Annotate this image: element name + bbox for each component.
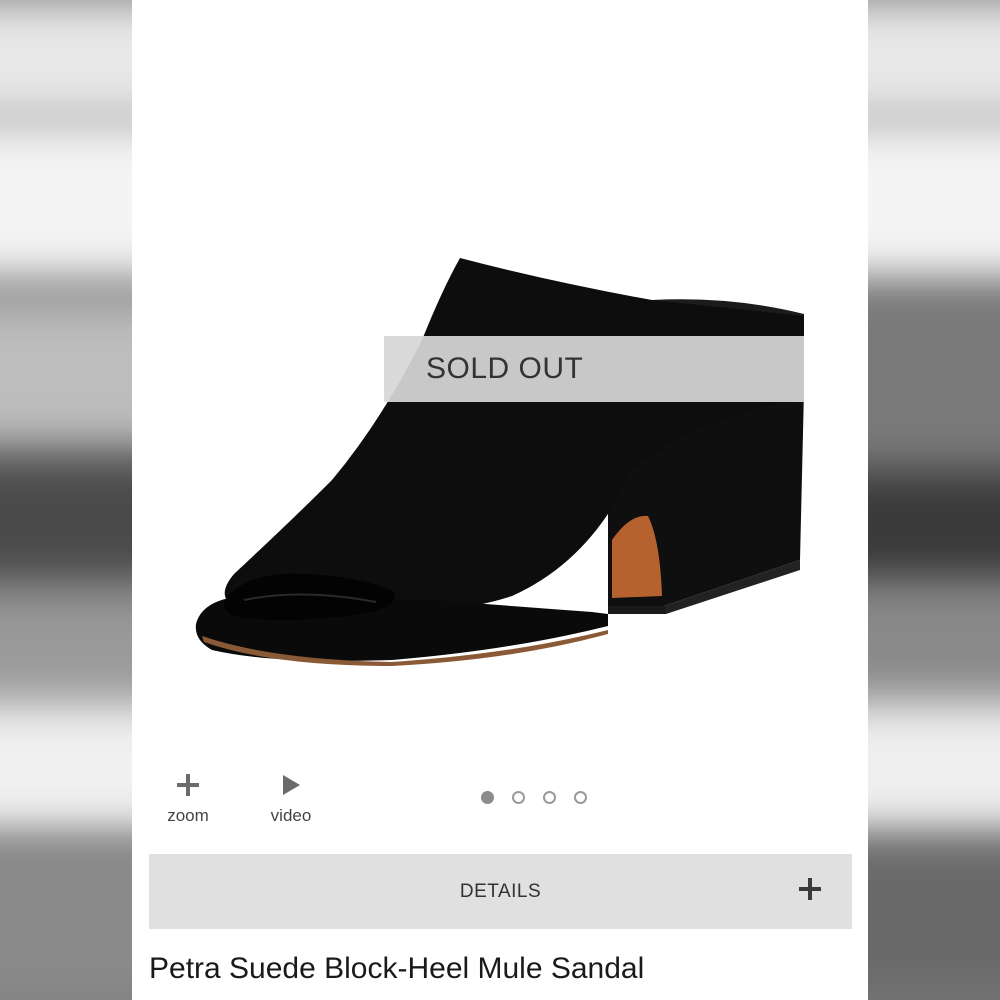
carousel-pagination xyxy=(481,791,587,804)
zoom-button[interactable]: zoom xyxy=(143,768,233,832)
background-right xyxy=(868,0,1000,1000)
details-accordion[interactable]: DETAILS xyxy=(149,854,852,929)
background-left xyxy=(0,0,135,1000)
video-button[interactable]: video xyxy=(246,768,336,832)
carousel-dot-1[interactable] xyxy=(481,791,494,804)
sold-out-text: SOLD OUT xyxy=(426,352,584,385)
plus-icon xyxy=(175,768,201,802)
carousel-dot-2[interactable] xyxy=(512,791,525,804)
video-label: video xyxy=(270,806,312,825)
details-label: DETAILS xyxy=(459,880,542,902)
product-title: Petra Suede Block-Heel Mule Sandal xyxy=(149,952,645,985)
product-card: SOLD OUT zoom video DETAILS Petra Suede … xyxy=(132,0,868,1000)
play-icon xyxy=(280,768,302,802)
plus-icon xyxy=(798,877,822,906)
carousel-dot-3[interactable] xyxy=(543,791,556,804)
sold-out-badge: SOLD OUT xyxy=(384,336,804,402)
zoom-label: zoom xyxy=(167,806,209,825)
carousel-dot-4[interactable] xyxy=(574,791,587,804)
